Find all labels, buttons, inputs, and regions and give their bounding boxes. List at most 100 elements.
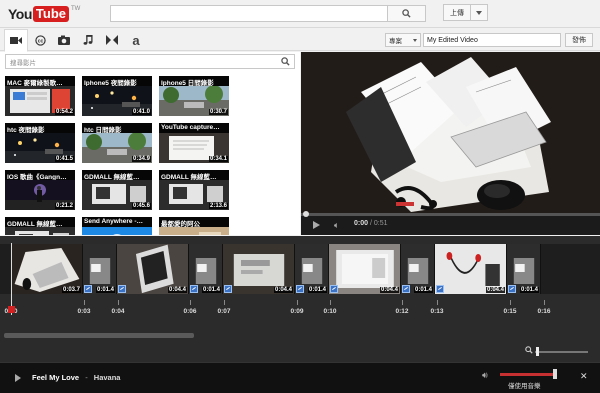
transition-icon[interactable] <box>190 285 198 293</box>
playhead-handle[interactable] <box>8 306 15 313</box>
timeline-clip-duration: 0:01.4 <box>307 287 327 293</box>
transition-icon[interactable] <box>84 285 92 293</box>
close-icon[interactable]: ✕ <box>580 371 588 382</box>
clip-duration: 0:41.0 <box>131 109 151 115</box>
clip-duration: 0:30.7 <box>208 109 228 115</box>
timeline-clip[interactable]: 0:01.4 <box>401 244 435 294</box>
audio-track-bar: Feel My Love - Havana 🔊︎ 僅使用音樂 ✕ <box>0 362 600 393</box>
time-ruler[interactable]: 0:000:030:040:060:070:090:100:120:130:15… <box>0 300 600 322</box>
timeline-clip[interactable]: 0:04.4 <box>329 244 401 294</box>
timeline-clip-duration: 0:04.4 <box>273 287 293 293</box>
tab-transitions[interactable] <box>100 29 124 51</box>
timeline-clip[interactable]: 0:04.4 <box>117 244 189 294</box>
ruler-tick <box>84 300 85 305</box>
ruler-tick <box>190 300 191 305</box>
timeline-clip[interactable]: 0:01.4 <box>83 244 117 294</box>
progress-knob[interactable] <box>303 211 309 217</box>
search-button[interactable] <box>388 5 426 22</box>
clip-thumbnail[interactable]: htc 夜間錄影 0:41.5 <box>5 123 75 163</box>
clip-duration: 0:34.1 <box>208 156 228 162</box>
transition-icon[interactable] <box>402 285 410 293</box>
transition-icon[interactable] <box>508 285 516 293</box>
search-icon[interactable] <box>281 57 290 66</box>
clip-duration: 0:54.2 <box>54 109 74 115</box>
clip-title: GDMALL 無線藍… <box>5 217 75 227</box>
clip-thumbnail[interactable]: YouTube capture… 0:34.1 <box>159 123 229 163</box>
clip-thumbnail[interactable]: GDMALL 無線藍… <box>5 217 75 235</box>
youtube-logo[interactable]: You Tube TW <box>8 5 80 22</box>
audio-play-icon[interactable] <box>15 374 21 382</box>
chevron-down-icon <box>476 10 482 15</box>
timeline-clip[interactable]: 0:03.7 <box>11 244 83 294</box>
audio-only-label[interactable]: 僅使用音樂 <box>508 380 541 390</box>
tab-music[interactable] <box>76 29 100 51</box>
transition-icon[interactable] <box>118 285 126 293</box>
clip-preview-image <box>159 227 229 235</box>
clip-thumbnail[interactable]: 最都愛的阿公 <box>159 217 229 235</box>
video-title-input[interactable]: My Edited Video <box>423 33 561 47</box>
clip-preview-image <box>5 227 75 235</box>
play-icon[interactable] <box>313 221 320 229</box>
clip-thumbnail[interactable]: IOS 歌曲《Gangn… 0:21.2 <box>5 170 75 210</box>
creative-commons-icon: cc <box>34 34 46 46</box>
tab-creative-commons[interactable]: cc <box>28 29 52 51</box>
clip-title: htc 夜間錄影 <box>5 123 75 133</box>
editor-toolbar: cc a 專案 My Edited Video 發佈 <box>0 29 600 52</box>
timeline-clip[interactable]: 0:04.4 <box>223 244 295 294</box>
clip-library: 搜尋影片 MAC 麥爾綠製歌… 0:54.2 Iphone5 夜間錄影 0:41.0 I… <box>0 52 300 235</box>
ruler-tick <box>297 300 298 305</box>
clip-thumbnail[interactable]: htc 日間錄影 0:34.9 <box>82 123 152 163</box>
ruler-tick <box>118 300 119 305</box>
upload-button[interactable]: 上傳 <box>443 4 471 21</box>
timeline-clip-duration: 0:04.4 <box>379 287 399 293</box>
clip-thumbnail[interactable]: GDMALL 無線藍… 2:13.6 <box>159 170 229 210</box>
ruler-tick <box>330 300 331 305</box>
timeline-clip[interactable]: 0:01.4 <box>189 244 223 294</box>
camera-icon <box>58 35 70 45</box>
player-progress-bar[interactable] <box>301 211 600 217</box>
text-icon: a <box>132 32 140 48</box>
transition-icon[interactable] <box>296 285 304 293</box>
clip-title: Send Anywhere -… <box>82 217 152 227</box>
library-search-input[interactable]: 搜尋影片 <box>5 54 295 69</box>
clip-title: Iphone5 夜間錄影 <box>82 76 152 86</box>
search-input[interactable] <box>110 5 388 22</box>
timeline-clip-duration: 0:04.4 <box>485 287 505 293</box>
clip-thumbnail[interactable]: GDMALL 無線藍… 0:45.6 <box>82 170 152 210</box>
clip-title: YouTube capture… <box>159 123 229 133</box>
clip-duration: 0:45.6 <box>131 203 151 209</box>
timeline-clip[interactable]: 0:01.4 <box>507 244 541 294</box>
zoom-slider[interactable] <box>535 351 588 353</box>
publish-button[interactable]: 發佈 <box>565 33 593 47</box>
preview-video[interactable] <box>301 52 600 213</box>
audio-volume-slider[interactable] <box>500 373 555 376</box>
transition-icon[interactable] <box>330 285 338 293</box>
ruler-tick <box>544 300 545 305</box>
tab-photo[interactable] <box>52 29 76 51</box>
transition-icon[interactable] <box>224 285 232 293</box>
playhead[interactable] <box>11 243 12 315</box>
audio-volume-handle[interactable] <box>553 369 557 379</box>
tab-video[interactable] <box>4 29 28 52</box>
timeline-clip[interactable]: 0:04.4 <box>435 244 507 294</box>
ruler-tick-label: 0:12 <box>395 308 409 315</box>
current-time: 0:00 <box>354 220 369 227</box>
transition-icon[interactable] <box>436 285 444 293</box>
chevron-down-icon <box>413 38 417 42</box>
clip-thumbnail[interactable]: Iphone5 夜間錄影 0:41.0 <box>82 76 152 116</box>
timeline-scrollbar[interactable] <box>4 333 194 338</box>
project-select[interactable]: 專案 <box>385 33 421 47</box>
clip-thumbnail[interactable]: MAC 麥爾綠製歌… 0:54.2 <box>5 76 75 116</box>
ruler-tick-label: 0:16 <box>537 308 551 315</box>
volume-icon[interactable]: 🔈︎ <box>334 220 339 231</box>
timeline-clip-duration: 0:01.4 <box>95 287 115 293</box>
timeline-clip[interactable]: 0:01.4 <box>295 244 329 294</box>
clip-thumbnail[interactable]: Iphone5 日間錄影 0:30.7 <box>159 76 229 116</box>
clip-title: IOS 歌曲《Gangn… <box>5 170 75 180</box>
clip-thumbnail[interactable]: Send Anywhere -… <box>82 217 152 235</box>
zoom-slider-handle[interactable] <box>536 347 539 356</box>
video-camera-icon <box>10 37 22 44</box>
clip-title: Iphone5 日間錄影 <box>159 76 229 86</box>
upload-menu-button[interactable] <box>471 4 488 21</box>
tab-text[interactable]: a <box>124 29 148 51</box>
